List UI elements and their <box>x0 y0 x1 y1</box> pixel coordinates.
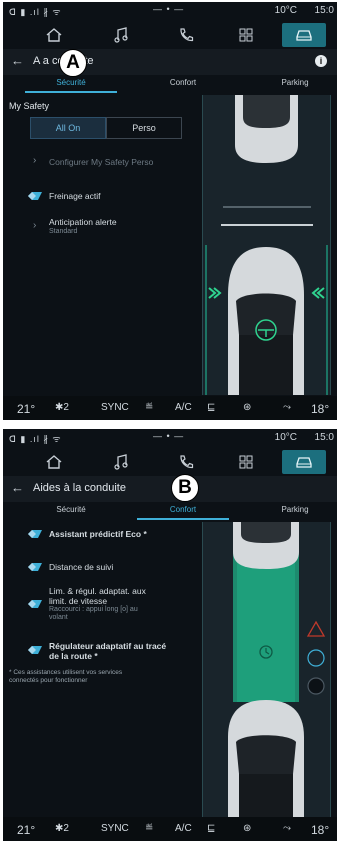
outside-temperature: 10°C <box>274 5 297 16</box>
perso-button[interactable]: Perso <box>106 117 182 139</box>
assistant-predictif-eco-item[interactable]: Assistant prédictif Eco * <box>49 529 147 539</box>
ac-button[interactable]: A/C <box>175 823 192 834</box>
tab-confort[interactable]: Confort <box>153 78 213 87</box>
anticipation-label: Anticipation alerte <box>49 217 117 227</box>
tab-parking[interactable]: Parking <box>265 505 325 514</box>
sync-button[interactable]: SYNC <box>101 823 129 834</box>
status-bar: ᗡ ▮ .ıl ∦ ᯤ — • — 10°C 15:0 <box>3 429 337 446</box>
top-nav <box>3 19 337 49</box>
car-icon[interactable] <box>282 450 326 474</box>
callout-badge-a: A <box>59 49 87 77</box>
music-icon[interactable] <box>99 450 143 474</box>
toggle-on-icon[interactable] <box>28 646 42 654</box>
driving-scene-illustration <box>203 522 330 817</box>
footnote-line-1: * Ces assistances utilisent vos services <box>9 669 123 676</box>
my-safety-heading: My Safety <box>9 101 50 111</box>
active-tab-indicator <box>137 518 229 520</box>
speed-limit-regulation-item[interactable]: Lim. & régul. adaptat. aux limit. de vit… <box>49 586 146 622</box>
ac-button[interactable]: A/C <box>175 402 192 413</box>
phone-icon[interactable] <box>164 23 208 47</box>
toggle-on-icon[interactable] <box>28 530 42 538</box>
tab-confort[interactable]: Confort <box>153 505 213 514</box>
route-regulator-line-1: Régulateur adaptatif au tracé <box>49 641 167 651</box>
footnote-line-2: connectés pour fonctionner <box>9 677 88 684</box>
title-bar: ← A a conduite i <box>3 49 337 75</box>
front-defrost-icon[interactable]: ⊑ <box>207 402 215 413</box>
home-icon[interactable] <box>32 450 76 474</box>
configure-my-safety-item[interactable]: Configurer My Safety Perso <box>49 157 153 167</box>
freinage-actif-item[interactable]: Freinage actif <box>49 191 101 201</box>
back-arrow-icon[interactable]: ← <box>11 480 24 495</box>
car-icon[interactable] <box>282 23 326 47</box>
page-title: Aides à la conduite <box>33 482 126 494</box>
status-bar: ᗡ ▮ .ıl ∦ ᯤ — • — 10°C 15:0 <box>3 2 337 19</box>
distance-de-suivi-item[interactable]: Distance de suivi <box>49 562 113 572</box>
outside-temperature: 10°C <box>274 432 297 443</box>
info-icon[interactable]: i <box>315 55 327 67</box>
fan-speed[interactable]: ✱2 <box>55 823 69 834</box>
clock: 15:0 <box>314 5 334 16</box>
screen-comfort: ᗡ ▮ .ıl ∦ ᯤ — • — 10°C 15:0 ← Aides à la… <box>3 429 337 841</box>
callout-badge-b: B <box>171 474 199 502</box>
toggle-on-icon[interactable] <box>28 192 42 200</box>
chevron-right-icon: › <box>33 155 37 166</box>
climate-bar: 21° ✱2 SYNC ≝ A/C ⊑ ⊛ ⤳ 18° <box>3 396 337 420</box>
tab-bar: Sécurité Confort Parking <box>3 502 337 520</box>
fan-speed[interactable]: ✱2 <box>55 402 69 413</box>
toggle-on-icon[interactable] <box>28 600 42 608</box>
passenger-temperature[interactable]: 18° <box>311 823 329 837</box>
anticipation-value: Standard <box>49 228 78 235</box>
chevron-right-icon: › <box>33 220 37 231</box>
back-arrow-icon[interactable]: ← <box>11 53 24 68</box>
clock: 15:0 <box>314 432 334 443</box>
music-icon[interactable] <box>99 23 143 47</box>
seat-heat-icon[interactable]: ⊛ <box>243 823 251 834</box>
front-defrost-icon[interactable]: ⊑ <box>207 823 215 834</box>
home-icon[interactable] <box>32 23 76 47</box>
tab-bar: Sécurité Confort Parking <box>3 75 337 93</box>
status-icons: ᗡ ▮ .ıl ∦ ᯤ <box>9 7 62 17</box>
vehicle-visualization <box>202 522 331 817</box>
rear-defrost-icon[interactable]: ≝ <box>145 823 153 834</box>
tab-parking[interactable]: Parking <box>265 78 325 87</box>
apps-icon[interactable] <box>224 23 268 47</box>
speed-limit-line-1: Lim. & régul. adaptat. aux <box>49 586 146 596</box>
tab-securite[interactable]: Sécurité <box>41 78 101 87</box>
anticipation-alerte-item[interactable]: Anticipation alerte Standard <box>49 217 117 235</box>
speed-limit-line-2: limit. de vitesse <box>49 596 108 606</box>
tab-securite[interactable]: Sécurité <box>41 505 101 514</box>
top-nav <box>3 446 337 476</box>
driver-temperature[interactable]: 21° <box>17 402 35 416</box>
speed-limit-shortcut-2: volant <box>49 614 68 621</box>
speed-limit-shortcut-1: Raccourci : appui long [o] au <box>49 606 138 613</box>
rear-defrost-icon[interactable]: ≝ <box>145 402 153 413</box>
airflow-icon[interactable]: ⤳ <box>283 823 291 834</box>
route-adaptive-regulator-item[interactable]: Régulateur adaptatif au tracé de la rout… <box>49 641 166 661</box>
toggle-on-icon[interactable] <box>28 563 42 571</box>
apps-icon[interactable] <box>224 450 268 474</box>
vehicle-visualization <box>202 95 331 395</box>
driver-temperature[interactable]: 21° <box>17 823 35 837</box>
steering-assist-icon <box>307 677 325 695</box>
screen-safety: ᗡ ▮ .ıl ∦ ᯤ — • — 10°C 15:0 ← A a condui… <box>3 2 337 420</box>
all-on-button[interactable]: All On <box>30 117 106 139</box>
active-tab-indicator <box>25 91 117 93</box>
status-indicator: — • — <box>153 431 185 441</box>
climate-bar: 21° ✱2 SYNC ≝ A/C ⊑ ⊛ ⤳ 18° <box>3 817 337 841</box>
airflow-icon[interactable]: ⤳ <box>283 402 291 413</box>
status-indicator: — • — <box>153 4 185 14</box>
driving-scene-illustration <box>203 95 330 395</box>
title-bar: ← Aides à la conduite <box>3 476 337 502</box>
passenger-temperature[interactable]: 18° <box>311 402 329 416</box>
footnote: * Ces assistances utilisent vos services… <box>9 669 195 685</box>
sync-button[interactable]: SYNC <box>101 402 129 413</box>
phone-icon[interactable] <box>164 450 208 474</box>
route-regulator-line-2: de la route * <box>49 651 98 661</box>
seat-heat-icon[interactable]: ⊛ <box>243 402 251 413</box>
status-icons: ᗡ ▮ .ıl ∦ ᯤ <box>9 434 62 444</box>
